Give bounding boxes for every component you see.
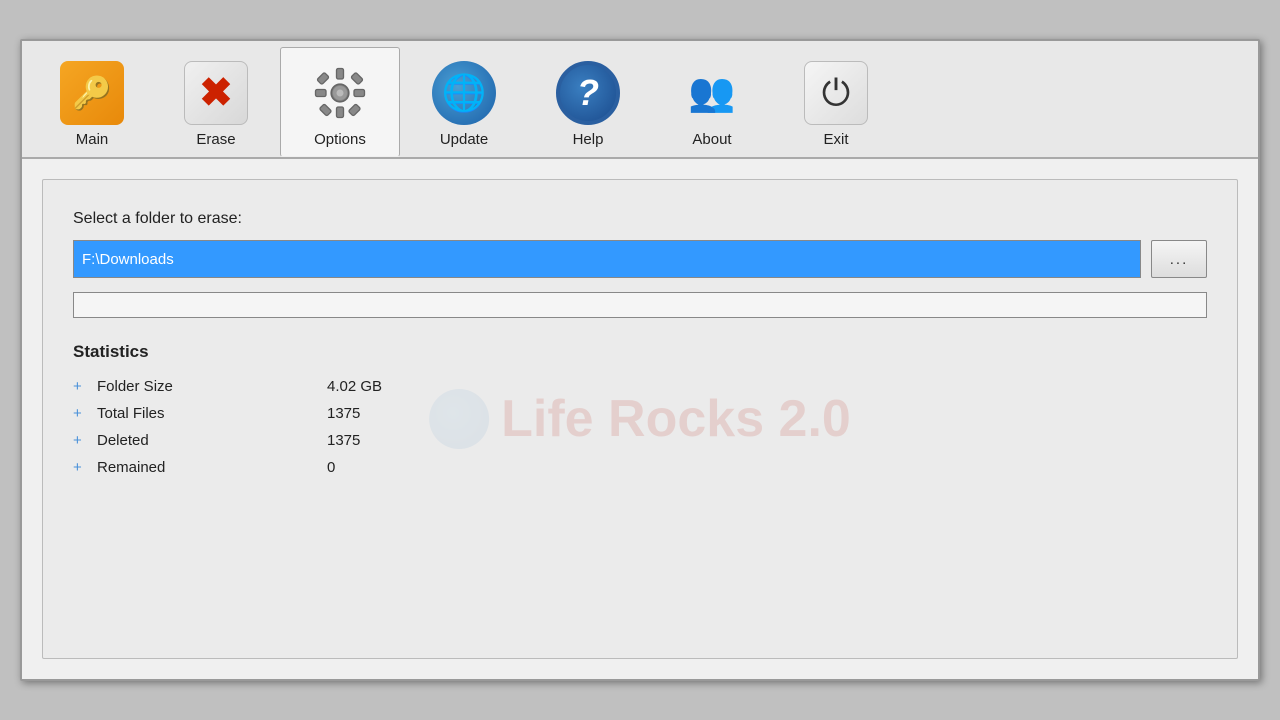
stat-key-deleted: Deleted bbox=[97, 432, 327, 449]
folder-row: ... bbox=[73, 240, 1207, 278]
tab-erase[interactable]: Erase bbox=[156, 47, 276, 157]
exit-icon bbox=[804, 61, 868, 125]
progress-bar-container bbox=[73, 292, 1207, 318]
stat-row-deleted: + Deleted 1375 bbox=[73, 432, 1207, 449]
erase-icon bbox=[184, 61, 248, 125]
stat-key-remained: Remained bbox=[97, 459, 327, 476]
folder-path-input[interactable] bbox=[73, 240, 1141, 278]
options-label: Options bbox=[314, 131, 366, 148]
tab-main[interactable]: Main bbox=[32, 47, 152, 157]
stat-plus-icon-1: + bbox=[73, 405, 91, 422]
stat-plus-icon-2: + bbox=[73, 432, 91, 449]
stat-key-folder-size: Folder Size bbox=[97, 378, 327, 395]
erase-label: Erase bbox=[196, 131, 235, 148]
app-window: Main Erase bbox=[20, 39, 1260, 681]
main-label: Main bbox=[76, 131, 109, 148]
tab-update[interactable]: Update bbox=[404, 47, 524, 157]
update-label: Update bbox=[440, 131, 488, 148]
help-icon: ? bbox=[556, 61, 620, 125]
main-icon bbox=[60, 61, 124, 125]
options-icon bbox=[308, 61, 372, 125]
stat-row-folder-size: + Folder Size 4.02 GB bbox=[73, 378, 1207, 395]
tab-options[interactable]: Options bbox=[280, 47, 400, 157]
help-label: Help bbox=[573, 131, 604, 148]
about-label: About bbox=[692, 131, 731, 148]
statistics-section: Statistics + Folder Size 4.02 GB + Total… bbox=[73, 342, 1207, 476]
browse-button[interactable]: ... bbox=[1151, 240, 1207, 278]
stat-value-total-files: 1375 bbox=[327, 405, 360, 422]
stat-value-remained: 0 bbox=[327, 459, 335, 476]
tab-exit[interactable]: Exit bbox=[776, 47, 896, 157]
update-icon bbox=[432, 61, 496, 125]
about-icon: 👥 bbox=[680, 61, 744, 125]
select-folder-label: Select a folder to erase: bbox=[73, 210, 1207, 228]
stat-row-remained: + Remained 0 bbox=[73, 459, 1207, 476]
toolbar: Main Erase bbox=[22, 41, 1258, 159]
stat-value-folder-size: 4.02 GB bbox=[327, 378, 382, 395]
stat-key-total-files: Total Files bbox=[97, 405, 327, 422]
stat-value-deleted: 1375 bbox=[327, 432, 360, 449]
tab-help[interactable]: ? Help bbox=[528, 47, 648, 157]
exit-label: Exit bbox=[823, 131, 848, 148]
tab-about[interactable]: 👥 About bbox=[652, 47, 772, 157]
stat-plus-icon-3: + bbox=[73, 459, 91, 476]
content-area: Life Rocks 2.0 Select a folder to erase:… bbox=[42, 179, 1238, 659]
stat-plus-icon-0: + bbox=[73, 378, 91, 395]
statistics-title: Statistics bbox=[73, 342, 1207, 362]
stat-row-total-files: + Total Files 1375 bbox=[73, 405, 1207, 422]
